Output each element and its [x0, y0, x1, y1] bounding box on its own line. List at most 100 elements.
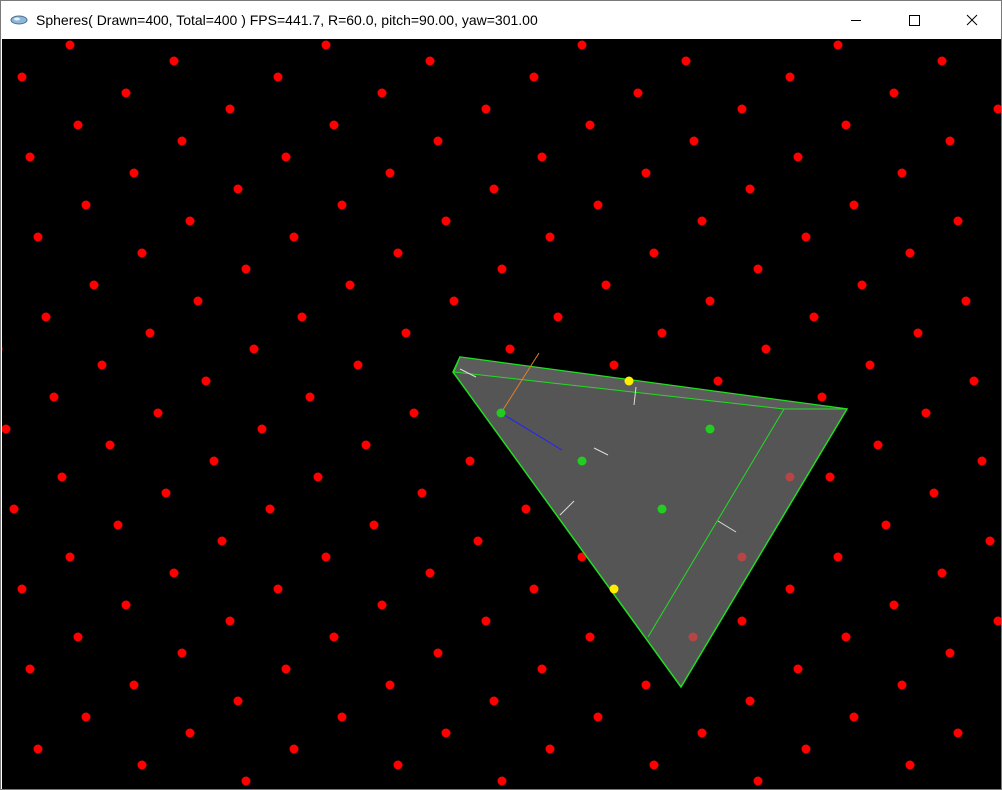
sphere [697, 728, 707, 738]
sphere [537, 152, 547, 162]
sphere [537, 664, 547, 674]
sphere [649, 248, 659, 258]
sphere [153, 408, 163, 418]
title-bar[interactable]: Spheres( Drawn=400, Total=400 ) FPS=441.… [1, 0, 1001, 39]
sphere [753, 264, 763, 274]
sphere [521, 504, 531, 514]
sphere [281, 664, 291, 674]
sphere [809, 312, 819, 322]
maximize-icon [909, 15, 920, 26]
sphere [833, 40, 843, 50]
sphere [337, 712, 347, 722]
sphere [841, 120, 851, 130]
sphere [641, 680, 651, 690]
sphere [849, 200, 859, 210]
view-frustum [452, 352, 849, 689]
sphere [624, 376, 634, 386]
sphere [41, 312, 51, 322]
sphere [369, 520, 379, 530]
sphere [337, 200, 347, 210]
sphere [873, 440, 883, 450]
sphere [697, 216, 707, 226]
sphere [321, 40, 331, 50]
sphere [73, 632, 83, 642]
sphere [121, 88, 131, 98]
sphere [233, 184, 243, 194]
sphere [945, 648, 955, 658]
sphere [953, 728, 963, 738]
sphere [529, 72, 539, 82]
sphere [177, 648, 187, 658]
sphere [417, 488, 427, 498]
sphere [2, 424, 11, 434]
sphere [105, 440, 115, 450]
sphere [145, 328, 155, 338]
sphere [305, 392, 315, 402]
sphere [609, 360, 619, 370]
sphere [433, 136, 443, 146]
sphere [185, 728, 195, 738]
sphere [993, 104, 1001, 114]
sphere [497, 776, 507, 786]
sphere [289, 744, 299, 754]
sphere [545, 232, 555, 242]
sphere [745, 696, 755, 706]
sphere [833, 552, 843, 562]
sphere [633, 88, 643, 98]
sphere [585, 632, 595, 642]
sphere [529, 584, 539, 594]
sphere [657, 504, 667, 514]
sphere [689, 136, 699, 146]
close-icon [966, 14, 978, 26]
sphere [33, 232, 43, 242]
sphere [481, 616, 491, 626]
sphere [585, 120, 595, 130]
sphere [545, 744, 555, 754]
sphere [553, 312, 563, 322]
sphere [353, 360, 363, 370]
sphere [881, 520, 891, 530]
sphere [65, 40, 75, 50]
sphere [905, 760, 915, 770]
sphere [2, 346, 3, 352]
sphere [377, 88, 387, 98]
render-viewport[interactable] [2, 39, 1001, 789]
sphere [225, 104, 235, 114]
sphere [593, 200, 603, 210]
window-title: Spheres( Drawn=400, Total=400 ) FPS=441.… [36, 12, 538, 28]
sphere [73, 120, 83, 130]
sphere [241, 264, 251, 274]
sphere [385, 168, 395, 178]
sphere [289, 232, 299, 242]
sphere [793, 664, 803, 674]
sphere [481, 104, 491, 114]
sphere [713, 376, 723, 386]
sphere [705, 424, 715, 434]
sphere [649, 760, 659, 770]
close-button[interactable] [943, 1, 1001, 39]
sphere [169, 56, 179, 66]
sphere [953, 216, 963, 226]
minimize-icon [851, 20, 861, 21]
minimize-button[interactable] [827, 1, 885, 39]
sphere [577, 40, 587, 50]
sphere [688, 632, 698, 642]
sphere [25, 152, 35, 162]
sphere [905, 248, 915, 258]
maximize-button[interactable] [885, 1, 943, 39]
sphere [249, 344, 259, 354]
sphere [465, 456, 475, 466]
sphere [793, 152, 803, 162]
sphere [313, 472, 323, 482]
scene-canvas[interactable] [2, 39, 1001, 789]
sphere [753, 776, 763, 786]
application-window: Spheres( Drawn=400, Total=400 ) FPS=441.… [0, 0, 1002, 790]
sphere [937, 56, 947, 66]
sphere [257, 424, 267, 434]
sphere [785, 72, 795, 82]
sphere [137, 760, 147, 770]
sphere [273, 584, 283, 594]
sphere [401, 328, 411, 338]
sphere [929, 488, 939, 498]
sphere [409, 408, 419, 418]
